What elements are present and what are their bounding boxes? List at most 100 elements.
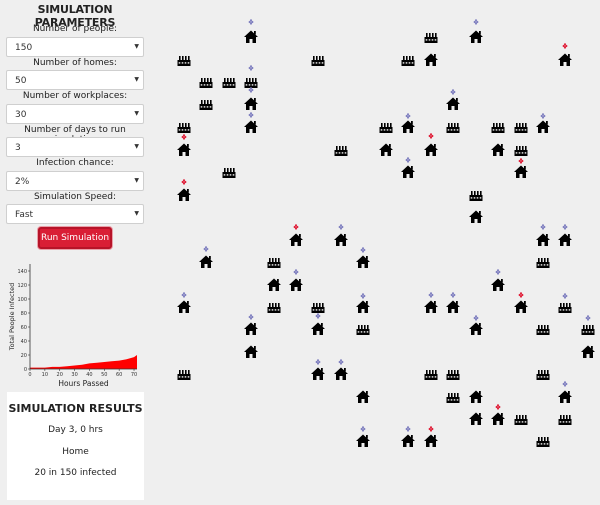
house-icon	[289, 233, 303, 246]
healthy-person-marker	[248, 112, 254, 118]
factory-icon	[536, 258, 550, 268]
healthy-person-marker	[585, 315, 591, 321]
infection-area	[30, 355, 137, 369]
house-icon	[469, 390, 483, 403]
house-icon	[356, 255, 370, 268]
healthy-person-marker	[181, 292, 187, 298]
infected-person-marker	[181, 179, 187, 185]
factory-icon	[177, 56, 191, 66]
house-icon	[536, 233, 550, 246]
house-icon	[177, 188, 191, 201]
house-icon	[491, 412, 505, 425]
chevron-down-icon: ▼	[134, 43, 139, 50]
factory-icon	[222, 78, 236, 88]
results-title: SIMULATION RESULTS	[8, 402, 143, 415]
house-icon	[581, 345, 595, 358]
healthy-person-marker	[562, 224, 568, 230]
house-icon	[469, 210, 483, 223]
healthy-person-marker	[473, 19, 479, 25]
results-infected: 20 in 150 infected	[34, 468, 117, 478]
x-tick-label: 10	[42, 372, 48, 378]
house-icon	[469, 322, 483, 335]
factory-icon	[424, 33, 438, 43]
factory-icon	[536, 437, 550, 447]
x-tick-label: 0	[28, 372, 31, 378]
y-axis-label: Total People Infected	[8, 283, 16, 351]
healthy-person-marker	[293, 269, 299, 275]
factory-icon	[199, 100, 213, 110]
speed-select[interactable]: Fast ▼	[6, 204, 144, 224]
healthy-person-marker	[473, 315, 479, 321]
house-icon	[199, 255, 213, 268]
factory-icon	[334, 146, 348, 156]
sidebar: SIMULATION PARAMETERS Number of people: …	[0, 0, 150, 505]
run-simulation-button[interactable]: Run Simulation	[38, 227, 112, 249]
factory-icon	[356, 325, 370, 335]
house-icon	[289, 278, 303, 291]
y-tick-label: 140	[17, 269, 27, 275]
healthy-person-marker	[203, 246, 209, 252]
house-icon	[446, 97, 460, 110]
house-icon	[558, 233, 572, 246]
chevron-down-icon: ▼	[134, 143, 139, 150]
healthy-person-marker	[315, 313, 321, 319]
healthy-person-marker	[562, 381, 568, 387]
house-icon	[356, 300, 370, 313]
homes-value: 50	[15, 76, 27, 86]
factory-icon	[446, 123, 460, 133]
speed-value: Fast	[15, 210, 34, 220]
house-icon	[244, 120, 258, 133]
house-icon	[491, 278, 505, 291]
house-icon	[424, 434, 438, 447]
house-icon	[401, 165, 415, 178]
factory-icon	[581, 325, 595, 335]
workplaces-select[interactable]: 30 ▼	[6, 104, 144, 124]
factory-icon	[514, 415, 528, 425]
homes-select[interactable]: 50 ▼	[6, 70, 144, 90]
results-day-time: Day 3, 0 hrs	[48, 425, 103, 435]
house-icon	[446, 300, 460, 313]
days-select[interactable]: 3 ▼	[6, 137, 144, 157]
healthy-person-marker	[248, 19, 254, 25]
speed-label: Simulation Speed:	[33, 192, 117, 202]
people-select[interactable]: 150 ▼	[6, 37, 144, 57]
house-icon	[177, 143, 191, 156]
infected-person-marker	[181, 134, 187, 140]
factory-icon	[491, 123, 505, 133]
house-icon	[356, 434, 370, 447]
x-tick-label: 40	[86, 372, 92, 378]
factory-icon	[469, 191, 483, 201]
healthy-person-marker	[315, 359, 321, 365]
factory-icon	[401, 56, 415, 66]
x-tick-label: 60	[116, 372, 122, 378]
house-icon	[244, 322, 258, 335]
healthy-person-marker	[360, 426, 366, 432]
x-axis-label: Hours Passed	[58, 379, 109, 388]
healthy-person-marker	[405, 113, 411, 119]
factory-icon	[177, 123, 191, 133]
days-value: 3	[15, 143, 21, 153]
y-tick-label: 0	[24, 367, 27, 373]
house-icon	[469, 30, 483, 43]
healthy-person-marker	[248, 314, 254, 320]
house-icon	[558, 390, 572, 403]
workplaces-label: Number of workplaces:	[22, 91, 128, 101]
healthy-person-marker	[562, 293, 568, 299]
x-tick-label: 70	[131, 372, 137, 378]
factory-icon	[514, 123, 528, 133]
factory-icon	[446, 393, 460, 403]
healthy-person-marker	[248, 87, 254, 93]
factory-icon	[558, 303, 572, 313]
house-icon	[379, 143, 393, 156]
infected-person-marker	[428, 133, 434, 139]
infected-person-marker	[518, 158, 524, 164]
healthy-person-marker	[405, 426, 411, 432]
homes-label: Number of homes:	[33, 58, 117, 68]
infection-chart: 0 20 40 60 80 100 120 140 0 10 20 30 40 50 60 70 Hours P…	[8, 264, 137, 388]
house-icon	[514, 165, 528, 178]
house-icon	[514, 300, 528, 313]
healthy-person-marker	[540, 224, 546, 230]
infection-chance-select[interactable]: 2% ▼	[6, 171, 144, 191]
x-tick-label: 50	[101, 372, 107, 378]
house-icon	[536, 120, 550, 133]
